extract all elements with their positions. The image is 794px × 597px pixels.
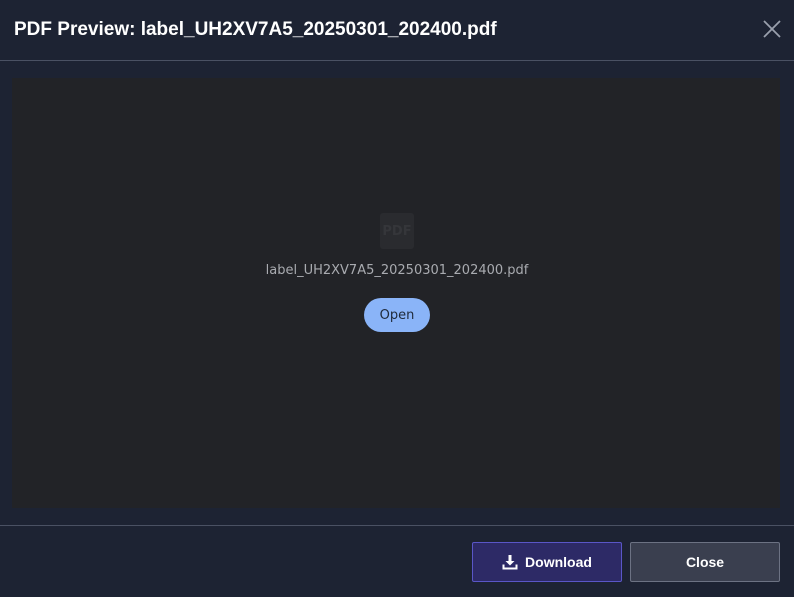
dialog-header: PDF Preview: label_UH2XV7A5_20250301_202… (0, 0, 794, 61)
dialog-footer: Download Close (0, 525, 794, 597)
download-label: Download (525, 554, 592, 570)
close-button[interactable]: Close (630, 542, 780, 582)
download-button[interactable]: Download (472, 542, 622, 582)
pdf-preview-area: PDF label_UH2XV7A5_20250301_202400.pdf O… (12, 78, 780, 508)
close-icon[interactable] (762, 19, 782, 39)
dialog-body: PDF label_UH2XV7A5_20250301_202400.pdf O… (0, 61, 794, 525)
download-icon (502, 555, 518, 570)
pdf-preview-dialog: PDF Preview: label_UH2XV7A5_20250301_202… (0, 0, 794, 597)
dialog-title: PDF Preview: label_UH2XV7A5_20250301_202… (14, 19, 497, 40)
open-button[interactable]: Open (364, 298, 430, 332)
file-name-label: label_UH2XV7A5_20250301_202400.pdf (265, 263, 529, 278)
pdf-file-icon: PDF (380, 213, 414, 249)
